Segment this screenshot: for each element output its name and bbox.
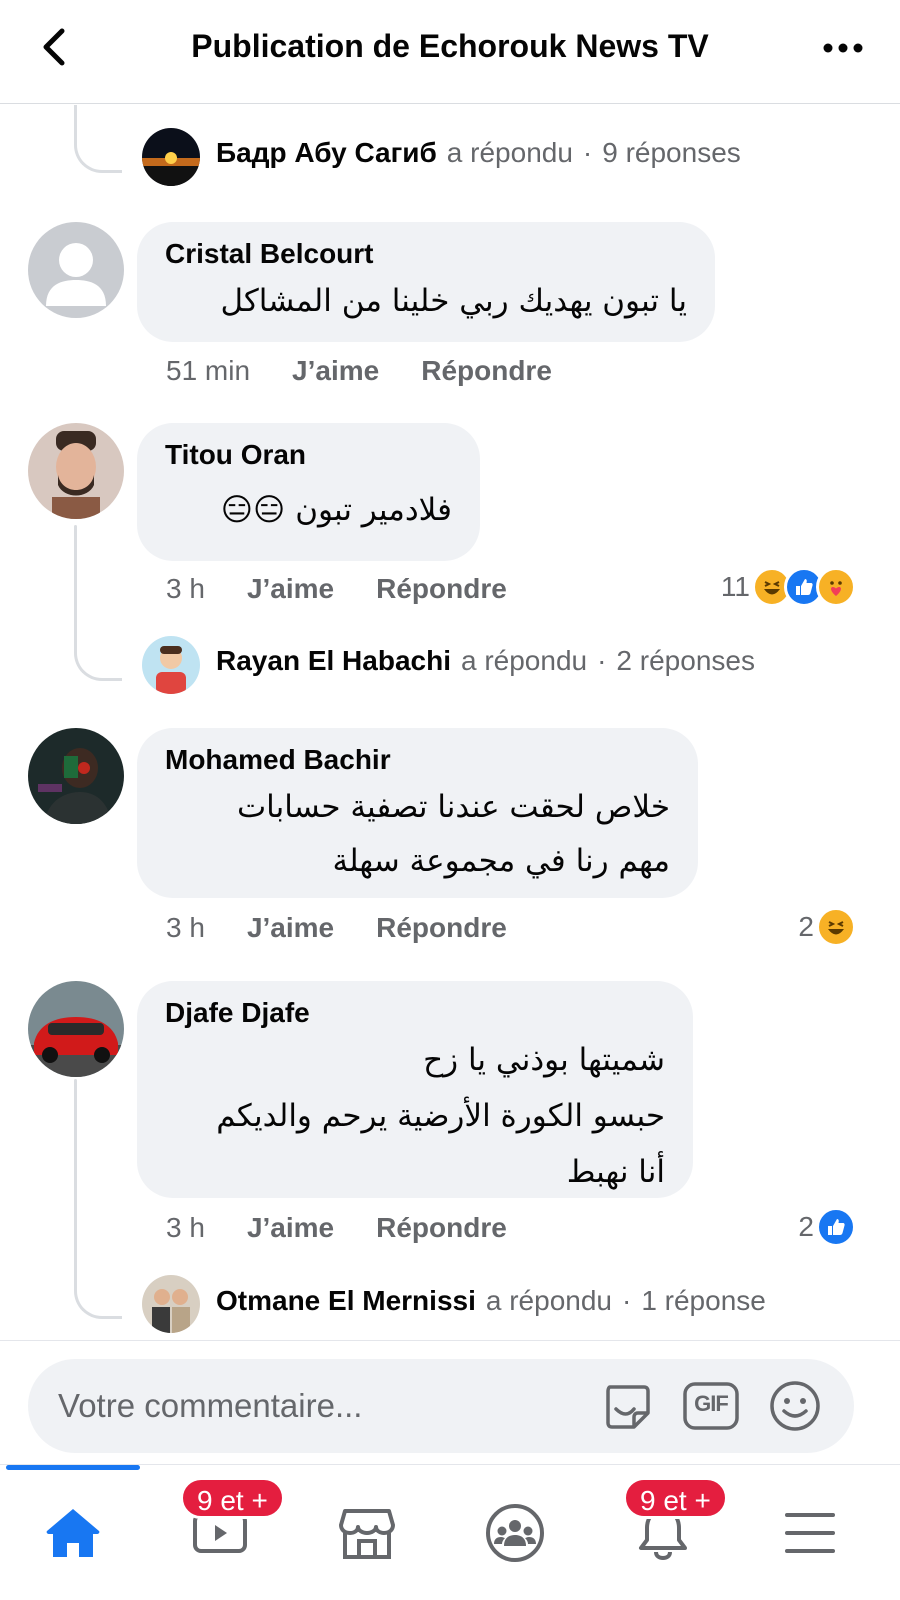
comment-bubble[interactable]: Cristal Belcourt يا تبون يهديك ربي خلينا… xyxy=(137,222,715,342)
like-button[interactable]: J’aime xyxy=(247,1212,334,1244)
comment-time[interactable]: 3 h xyxy=(166,573,205,605)
comment-author[interactable]: Titou Oran xyxy=(165,439,452,471)
menu-icon xyxy=(785,1513,835,1553)
gif-label: GIF xyxy=(694,1391,729,1416)
avatar[interactable] xyxy=(28,222,124,318)
reply-button[interactable]: Répondre xyxy=(376,912,507,944)
comments-feed: Бадр Абу Сагиб a répondu · 9 réponses Cr… xyxy=(0,105,900,1375)
reply-summary[interactable]: Rayan El Habachi a répondu · 2 réponses xyxy=(216,645,755,677)
thread-connector xyxy=(74,105,122,173)
like-reaction-icon xyxy=(816,1207,856,1247)
nav-menu[interactable] xyxy=(745,1483,875,1583)
comment-text-line: فلادمير تبون 😑😑 xyxy=(220,492,452,528)
like-button[interactable]: J’aime xyxy=(247,912,334,944)
comment-author[interactable]: Mohamed Bachir xyxy=(165,744,670,776)
comment-actions: 3 h J’aime Répondre xyxy=(166,573,507,605)
reply-button[interactable]: Répondre xyxy=(376,1212,507,1244)
reaction-summary[interactable]: 2 xyxy=(798,907,856,947)
separator: · xyxy=(621,1285,632,1316)
avatar[interactable] xyxy=(28,423,124,519)
reply-count: 9 réponses xyxy=(602,137,741,168)
sticker-icon xyxy=(606,1385,650,1429)
comment-text-line: شميتها بوذني يا زح xyxy=(423,1042,665,1078)
top-bar: Publication de Echorouk News TV xyxy=(0,0,900,104)
reply-author: Otmane El Mernissi xyxy=(216,1285,476,1316)
watch-badge: 9 et + xyxy=(180,1477,285,1519)
comment-text-line: أنا نهبط xyxy=(566,1154,665,1190)
smiley-icon xyxy=(770,1381,820,1431)
comment-text-line: مهم رنا في مجموعة سهلة xyxy=(332,843,670,879)
home-icon xyxy=(46,1509,100,1557)
sticker-button[interactable] xyxy=(598,1377,656,1435)
like-button[interactable]: J’aime xyxy=(247,573,334,605)
comment-composer: GIF xyxy=(0,1340,900,1464)
reply-button[interactable]: Répondre xyxy=(421,355,552,387)
reply-verb: a répondu xyxy=(460,645,588,676)
reply-summary[interactable]: Бадр Абу Сагиб a répondu · 9 réponses xyxy=(216,137,741,169)
reaction-count: 2 xyxy=(798,911,814,942)
avatar[interactable] xyxy=(142,128,200,186)
avatar[interactable] xyxy=(142,636,200,694)
comment-time[interactable]: 51 min xyxy=(166,355,250,387)
marketplace-icon xyxy=(339,1509,395,1559)
haha-reaction-icon xyxy=(816,907,856,947)
comment-actions: 51 min J’aime Répondre xyxy=(166,355,552,387)
reaction-count: 11 xyxy=(720,571,750,602)
comment-text-line: يا تبون يهديك ربي خلينا من المشاكل xyxy=(220,283,687,319)
reply-count: 2 réponses xyxy=(616,645,755,676)
reply-button[interactable]: Répondre xyxy=(376,573,507,605)
avatar[interactable] xyxy=(142,1275,200,1333)
bottom-navigation: 9 et + 9 et + xyxy=(0,1464,900,1600)
reaction-summary[interactable]: 2 xyxy=(798,1207,856,1247)
like-button[interactable]: J’aime xyxy=(292,355,379,387)
comment-time[interactable]: 3 h xyxy=(166,1212,205,1244)
reply-count: 1 réponse xyxy=(641,1285,766,1316)
default-avatar-icon xyxy=(28,222,124,318)
reply-author: Бадр Абу Сагиб xyxy=(216,137,437,168)
nav-groups[interactable] xyxy=(450,1483,580,1583)
gif-button[interactable]: GIF xyxy=(682,1377,740,1435)
care-reaction-icon xyxy=(816,567,856,607)
reaction-summary[interactable]: 11 xyxy=(721,567,856,607)
groups-icon xyxy=(486,1504,544,1562)
more-options-button[interactable] xyxy=(816,26,870,70)
reaction-count: 2 xyxy=(798,1211,814,1242)
comment-actions: 3 h J’aime Répondre xyxy=(166,1212,507,1244)
page-title: Publication de Echorouk News TV xyxy=(191,28,709,64)
notifications-badge: 9 et + xyxy=(623,1477,728,1519)
comment-text-line: حبسو الكورة الأرضية يرحم والديكم xyxy=(216,1098,665,1134)
thread-connector xyxy=(74,1255,122,1319)
active-tab-indicator xyxy=(6,1465,140,1470)
avatar[interactable] xyxy=(28,981,124,1077)
comment-actions: 3 h J’aime Répondre xyxy=(166,912,507,944)
reply-summary[interactable]: Otmane El Mernissi a répondu · 1 réponse xyxy=(216,1285,766,1317)
more-icon xyxy=(823,43,863,53)
avatar[interactable] xyxy=(28,728,124,824)
comment-author[interactable]: Cristal Belcourt xyxy=(165,238,687,270)
thread-connector xyxy=(74,525,77,643)
nav-home[interactable] xyxy=(8,1483,138,1583)
comment-bubble[interactable]: Titou Oran فلادمير تبون 😑😑 xyxy=(137,423,480,561)
comment-input[interactable] xyxy=(58,1377,578,1435)
chevron-left-icon xyxy=(43,28,65,66)
comment-bubble[interactable]: Djafe Djafe شميتها بوذني يا زح حبسو الكو… xyxy=(137,981,693,1198)
composer-box: GIF xyxy=(28,1359,854,1453)
nav-marketplace[interactable] xyxy=(302,1483,432,1583)
comment-bubble[interactable]: Mohamed Bachir خلاص لحقت عندنا تصفية حسا… xyxy=(137,728,698,898)
comment-text-line: خلاص لحقت عندنا تصفية حسابات xyxy=(236,789,670,825)
comment-author[interactable]: Djafe Djafe xyxy=(165,997,665,1029)
thread-connector xyxy=(74,1079,77,1269)
thread-connector xyxy=(74,635,122,681)
comment-time[interactable]: 3 h xyxy=(166,912,205,944)
reply-author: Rayan El Habachi xyxy=(216,645,451,676)
separator: · xyxy=(597,645,607,676)
separator: · xyxy=(582,137,593,168)
reply-verb: a répondu xyxy=(485,1285,612,1316)
emoji-button[interactable] xyxy=(766,1377,824,1435)
reply-verb: a répondu xyxy=(446,137,573,168)
back-button[interactable] xyxy=(30,22,80,72)
